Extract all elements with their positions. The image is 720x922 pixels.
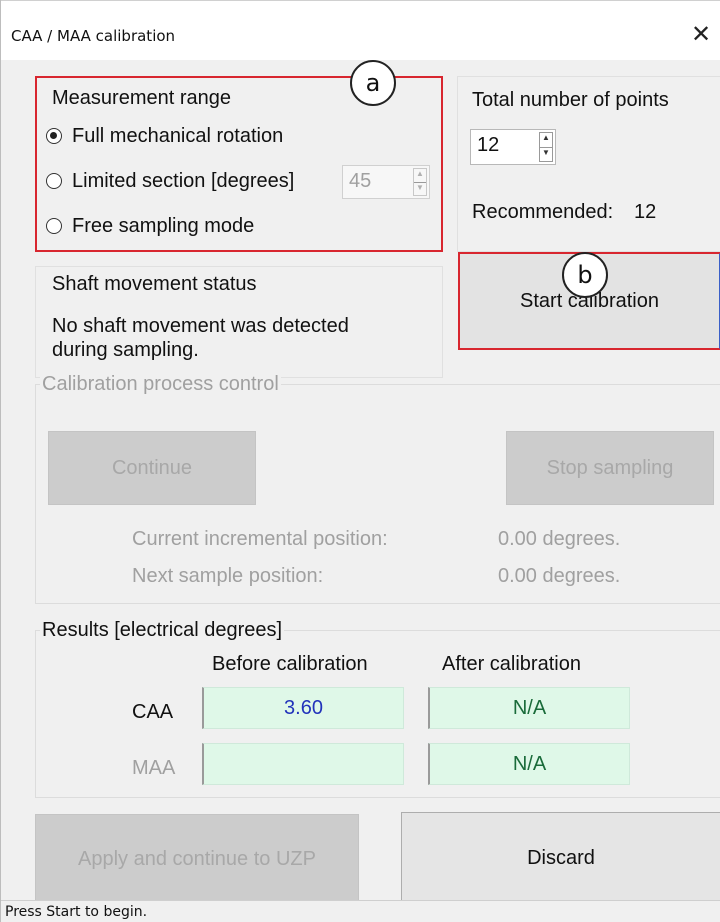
recommended-label: Recommended:	[472, 201, 614, 223]
callout-b: b	[562, 252, 608, 298]
stop-sampling-button[interactable]: Stop sampling	[506, 431, 714, 505]
stop-sampling-label: Stop sampling	[546, 456, 674, 479]
results-heading: Results [electrical degrees]	[40, 619, 285, 642]
continue-button[interactable]: Continue	[48, 431, 256, 505]
chevron-up-icon[interactable]: ▲	[540, 133, 552, 147]
chevron-down-icon[interactable]: ▼	[540, 146, 552, 162]
maa-before-field	[202, 743, 404, 785]
next-position-value: 0.00 degrees.	[498, 565, 621, 587]
discard-button[interactable]: Discard	[401, 812, 720, 904]
process-control-group: Calibration process control Continue Sto…	[35, 373, 720, 604]
caa-row-label: CAA	[132, 701, 174, 723]
window-title: CAA / MAA calibration	[11, 27, 176, 45]
caa-before-field: 3.60	[202, 687, 404, 729]
shaft-status-message-line2: during sampling.	[52, 339, 199, 361]
current-position-value: 0.00 degrees.	[498, 528, 621, 550]
total-points-spin-buttons[interactable]: ▲ ▼	[539, 132, 553, 162]
callout-a: a	[350, 60, 396, 106]
current-position-label: Current incremental position:	[132, 528, 388, 550]
close-icon[interactable]: ✕	[691, 19, 711, 49]
caa-after-field: N/A	[428, 687, 630, 729]
results-col-before: Before calibration	[212, 653, 368, 675]
total-points-value[interactable]: 12	[477, 134, 499, 157]
title-bar: CAA / MAA calibration ✕	[1, 0, 720, 60]
maa-after-value: N/A	[512, 752, 547, 775]
apply-continue-button[interactable]: Apply and continue to UZP	[35, 814, 359, 904]
results-group: Results [electrical degrees] Before cali…	[35, 619, 720, 798]
recommended-value: 12	[634, 201, 657, 223]
process-control-heading: Calibration process control	[40, 373, 281, 396]
results-col-after: After calibration	[442, 653, 581, 675]
points-panel: Total number of points 12 ▲ ▼ Recommende…	[457, 76, 720, 252]
maa-row-label: MAA	[132, 757, 176, 779]
total-points-heading: Total number of points	[472, 89, 669, 111]
calibration-dialog: CAA / MAA calibration ✕ Measurement rang…	[0, 0, 720, 922]
caa-before-value: 3.60	[284, 696, 323, 719]
shaft-status-message-line1: No shaft movement was detected	[52, 315, 349, 337]
maa-after-field: N/A	[428, 743, 630, 785]
continue-label: Continue	[111, 456, 193, 479]
status-text: Press Start to begin.	[5, 904, 148, 920]
apply-continue-label: Apply and continue to UZP	[78, 847, 316, 870]
caa-after-value: N/A	[512, 696, 547, 719]
shaft-status-panel: Shaft movement status No shaft movement …	[35, 266, 443, 378]
next-position-label: Next sample position:	[132, 565, 324, 587]
status-bar: Press Start to begin.	[1, 900, 720, 922]
discard-label: Discard	[527, 846, 595, 869]
shaft-status-heading: Shaft movement status	[52, 273, 257, 295]
total-points-spinner[interactable]: 12 ▲ ▼	[470, 129, 556, 165]
